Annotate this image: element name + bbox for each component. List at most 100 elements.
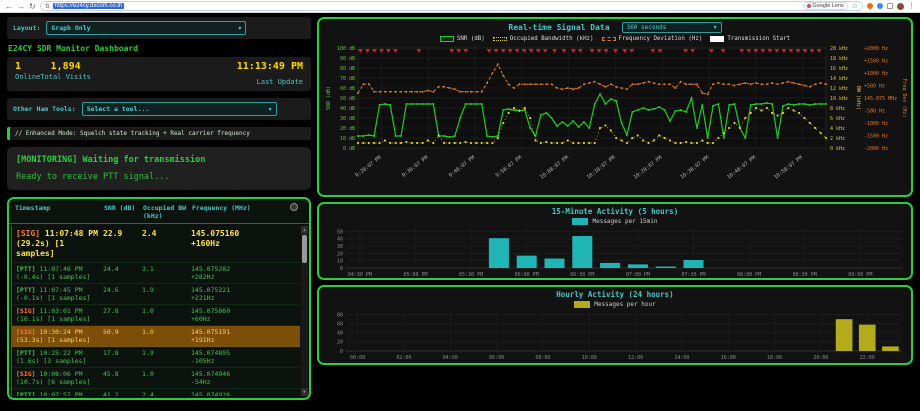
extension-icon-3[interactable] — [887, 3, 893, 9]
svg-text:10:28:07 PM: 10:28:07 PM — [633, 155, 664, 181]
svg-text:8 kHz: 8 kHz — [830, 106, 845, 112]
table-row[interactable]: [SIG] 10:30:24 PM (53.3s) [1 samples]50.… — [12, 326, 300, 347]
google-lens-icon — [807, 4, 811, 8]
svg-text:12 kHz: 12 kHz — [830, 86, 848, 92]
table-row[interactable]: [SIG] 11:03:01 PM (16.1s) [1 samples]27.… — [12, 305, 300, 326]
signal-legend: SNR (dB) Occupied Bandwidth (kHz) Freque… — [319, 34, 911, 42]
svg-text:18 kHz: 18 kHz — [830, 56, 848, 62]
svg-text:40 dB: 40 dB — [340, 106, 355, 112]
svg-text:+1000 Hz: +1000 Hz — [864, 71, 888, 77]
svg-text:06:30 PM: 06:30 PM — [570, 272, 594, 278]
svg-text:4 kHz: 4 kHz — [830, 126, 845, 132]
table-info-icon[interactable] — [290, 203, 298, 211]
svg-text:+1500 Hz: +1500 Hz — [864, 58, 888, 64]
right-column: Real-time Signal Data 360 seconds ▾ SNR … — [317, 17, 913, 410]
left-column: Layout: Graph Only ▾ E24CY SDR Monitor D… — [7, 17, 311, 410]
scrollbar-thumb[interactable] — [302, 235, 307, 263]
chevron-down-icon: ▾ — [714, 24, 717, 31]
svg-text:20: 20 — [337, 251, 343, 257]
signal-chart-head: Real-time Signal Data 360 seconds ▾ — [319, 19, 911, 34]
stats-panel: 1 Online 1,894 Total Visits 11:13:49 PM … — [7, 57, 311, 91]
tools-select[interactable]: Select a tool... ▾ — [82, 102, 277, 116]
page-title: E24CY SDR Monitor Dashboard — [8, 44, 310, 53]
bookmark-star-icon[interactable]: ☆ — [852, 2, 858, 10]
svg-text:-1500 Hz: -1500 Hz — [864, 133, 888, 139]
monitoring-status-panel: [MONITORING] Waiting for transmission Re… — [7, 147, 311, 190]
legend-snr: SNR (dB) — [440, 36, 485, 42]
table-row[interactable]: [PTT] 10:07:57 PM (7.5s) [17 samples]41.… — [12, 389, 300, 396]
status-line-1: [MONITORING] Waiting for transmission — [16, 155, 302, 165]
table-row[interactable]: [SIG] 11:07:48 PM (29.2s) [1 samples]22.… — [12, 226, 300, 263]
hourly-legend-label: Messages per hour — [594, 301, 655, 308]
table-row[interactable]: [PTT] 11:07:46 PM (-0.4s) [1 samples]24.… — [12, 263, 300, 284]
svg-text:14:00: 14:00 — [674, 355, 689, 361]
site-settings-icon[interactable]: ⇅ — [45, 3, 50, 10]
chevron-down-icon: ▾ — [269, 106, 272, 113]
range-select-value: 360 seconds — [627, 24, 667, 31]
address-bar[interactable]: ⇅ https://e24cy.dxcom.co.th Google Lens … — [40, 1, 863, 11]
signal-chart-panel: Real-time Signal Data 360 seconds ▾ SNR … — [317, 17, 913, 197]
table-row[interactable]: [PTT] 10:25:22 PM (1.6s) [3 samples]17.8… — [12, 347, 300, 368]
svg-text:20: 20 — [337, 340, 343, 346]
svg-text:0: 0 — [340, 266, 343, 272]
svg-text:06:00 PM: 06:00 PM — [515, 272, 539, 278]
svg-text:0 kHz: 0 kHz — [830, 146, 845, 152]
svg-text:10:58:07 PM: 10:58:07 PM — [773, 155, 804, 181]
forward-icon[interactable]: → — [17, 1, 25, 12]
legend-dev: Frequency Deviation (Hz) — [602, 36, 703, 42]
hourly-chart: 02040608000:0002:0004:0006:0008:0010:001… — [322, 309, 908, 363]
table-row[interactable]: [SIG] 10:08:06 PM (10.7s) [6 samples]45.… — [12, 368, 300, 389]
legend-tx: Transmission Start — [710, 36, 790, 42]
hourly-legend: Messages per hour — [319, 300, 911, 309]
url-text[interactable]: https://e24cy.dxcom.co.th — [53, 3, 125, 9]
stat-total-visits: 1,894 Total Visits — [40, 61, 91, 86]
stat-last-update-label: Last Update — [257, 78, 303, 86]
google-lens-chip[interactable]: Google Lens — [803, 2, 848, 10]
browser-chrome: ← → ↻ ⇅ https://e24cy.dxcom.co.th Google… — [0, 0, 920, 13]
signal-table-header: Timestamp SNR (dB) Occupied BW (kHz) Fre… — [9, 199, 309, 224]
svg-text:Freq Dev (Hz): Freq Dev (Hz) — [901, 78, 907, 117]
stat-last-update-value: 11:13:49 PM — [237, 61, 303, 72]
range-select[interactable]: 360 seconds ▾ — [622, 22, 722, 33]
chevron-down-icon: ▾ — [238, 25, 241, 32]
signal-log-panel: Timestamp SNR (dB) Occupied BW (kHz) Fre… — [7, 197, 311, 400]
svg-text:10:38:07 PM: 10:38:07 PM — [679, 155, 710, 181]
tools-bar: Other Ham Tools: Select a tool... ▾ — [7, 98, 311, 120]
header-timestamp: Timestamp — [15, 204, 101, 220]
svg-text:100 dB: 100 dB — [337, 46, 355, 52]
scrollbar-up-icon[interactable]: ▲ — [301, 226, 308, 234]
extension-icon-1[interactable] — [867, 3, 873, 9]
table-row[interactable]: [PTT] 11:07:45 PM (-0.1s) [1 samples]24.… — [12, 284, 300, 305]
svg-text:9:48:07 PM: 9:48:07 PM — [448, 155, 476, 179]
svg-text:08:00: 08:00 — [535, 355, 550, 361]
stat-online-value: 1 — [15, 61, 40, 72]
svg-text:6 kHz: 6 kHz — [830, 116, 845, 122]
svg-text:10 kHz: 10 kHz — [830, 96, 848, 102]
extension-icon-2[interactable] — [877, 3, 883, 9]
svg-text:50: 50 — [337, 229, 343, 235]
back-icon[interactable]: ← — [5, 1, 13, 12]
svg-text:145.075 MHz: 145.075 MHz — [864, 96, 897, 102]
signal-table-body: [SIG] 11:07:48 PM (29.2s) [1 samples]22.… — [11, 226, 300, 396]
svg-text:+500 Hz: +500 Hz — [864, 83, 885, 89]
svg-text:10:48:07 PM: 10:48:07 PM — [726, 155, 757, 181]
table-scrollbar[interactable]: ▲ ▼ — [301, 226, 308, 396]
stat-last-update: 11:13:49 PM Last Update — [91, 61, 303, 86]
svg-text:10:00: 10:00 — [582, 355, 597, 361]
signal-chart: 100 dB90 dB80 dB70 dB60 dB50 dB40 dB30 d… — [322, 42, 908, 190]
browser-menu-icon[interactable]: ⋮ — [908, 2, 915, 10]
tools-select-value: Select a tool... — [87, 105, 150, 113]
svg-text:14 kHz: 14 kHz — [830, 76, 848, 82]
tools-label: Other Ham Tools: — [13, 105, 76, 113]
svg-text:06:00: 06:00 — [489, 355, 504, 361]
google-lens-label: Google Lens — [813, 3, 844, 9]
status-line-2: Ready to receive PTT signal... — [16, 172, 302, 182]
svg-text:10: 10 — [337, 259, 343, 265]
header-snr: SNR (dB) — [104, 204, 140, 220]
svg-text:30 dB: 30 dB — [340, 116, 355, 122]
scrollbar-down-icon[interactable]: ▼ — [301, 388, 308, 396]
reload-icon[interactable]: ↻ — [29, 1, 36, 12]
layout-select[interactable]: Graph Only ▾ — [46, 21, 246, 35]
profile-avatar[interactable] — [897, 3, 904, 10]
svg-text:2 kHz: 2 kHz — [830, 136, 845, 142]
